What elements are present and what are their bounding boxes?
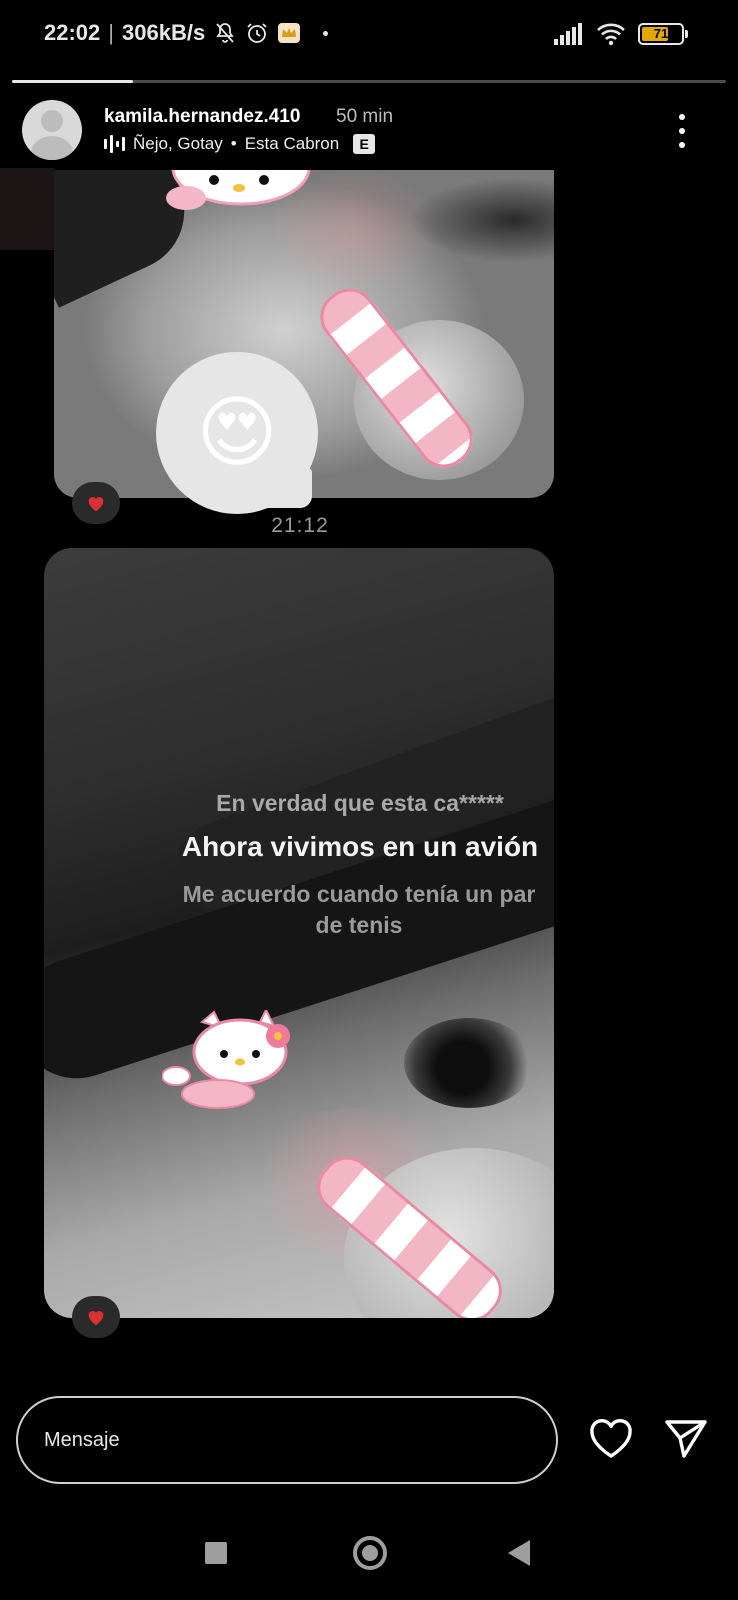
more-dot — [679, 128, 685, 134]
lyric-current-line: Ahora vivimos en un avión — [181, 831, 539, 862]
story-screen: 22:02 | 306kB/s 71 kamila.hernandez.410 … — [0, 0, 738, 1600]
music-song: Esta Cabron — [244, 134, 340, 153]
message-composer[interactable] — [16, 1396, 558, 1484]
system-navigation-bar — [0, 1530, 738, 1600]
story-header: kamila.hernandez.410 50 min Ñejo, Gotay … — [0, 96, 738, 166]
lyric-next-line: Me acuerdo cuando tenía un par de tenis — [182, 881, 536, 938]
music-separator: • — [230, 134, 237, 153]
signal-icon — [554, 23, 582, 45]
home-button[interactable] — [353, 1536, 387, 1570]
story-progress-track — [12, 80, 726, 83]
status-bar: 22:02 | 306kB/s 71 — [0, 0, 738, 70]
lyrics-overlay: En verdad que esta ca***** Ahora vivimos… — [150, 790, 570, 941]
hello-kitty-sticker — [166, 170, 311, 210]
clock: 22:02 — [44, 20, 101, 45]
message-timestamp: 21:12 — [271, 514, 329, 537]
heart-reaction-badge[interactable] — [72, 1296, 120, 1338]
lyric-previous-line: En verdad que esta ca***** — [216, 790, 504, 816]
more-dot — [679, 142, 685, 148]
heart-icon — [88, 497, 104, 512]
story-progress-fill — [12, 80, 134, 83]
heart-eyes-emoji: 😍 — [196, 388, 278, 478]
network-speed: 306kB/s — [122, 20, 206, 45]
like-button[interactable] — [588, 1418, 634, 1460]
send-icon[interactable] — [664, 1418, 708, 1460]
wifi-icon — [597, 23, 625, 46]
heart-icon — [88, 1311, 104, 1326]
avatar[interactable] — [22, 100, 82, 160]
more-dot — [679, 114, 685, 120]
alarm-icon — [247, 23, 267, 43]
status-right: 71 — [554, 22, 688, 46]
avatar-head — [41, 110, 63, 132]
status-left: 22:02 | 306kB/s — [44, 20, 329, 46]
music-artist: Ñejo, Gotay — [133, 134, 223, 153]
music-attribution[interactable]: Ñejo, Gotay • Esta Cabron E — [104, 134, 376, 154]
photo-eye — [404, 1018, 534, 1108]
message-input[interactable] — [44, 1418, 524, 1462]
explicit-badge: E — [353, 134, 376, 154]
battery-level: 71 — [653, 26, 669, 41]
avatar-body — [31, 136, 73, 160]
dot-icon — [323, 30, 329, 36]
username[interactable]: kamila.hernandez.410 — [104, 106, 300, 128]
status-separator: | — [108, 20, 114, 45]
reaction-bubble: 😍 — [156, 352, 318, 514]
notifications-off-icon — [216, 23, 234, 43]
side-edge-shadow — [0, 168, 54, 250]
hello-kitty-sticker — [162, 1010, 290, 1109]
battery-icon: 71 — [638, 23, 688, 45]
music-bars-icon — [104, 135, 125, 153]
crown-app-icon — [278, 23, 301, 43]
more-options-button[interactable] — [672, 114, 692, 148]
recent-apps-button[interactable] — [205, 1542, 227, 1564]
story-time-ago: 50 min — [336, 106, 394, 127]
back-button[interactable] — [508, 1540, 530, 1566]
